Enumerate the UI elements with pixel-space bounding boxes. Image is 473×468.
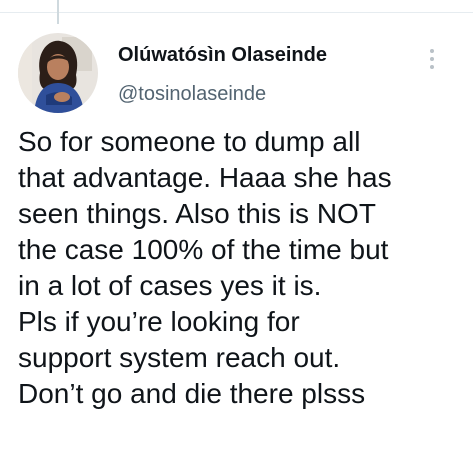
tweet-text-line: that advantage. Haaa she has — [18, 162, 392, 193]
thread-connector-line — [57, 0, 59, 24]
avatar[interactable] — [18, 33, 98, 113]
more-vertical-icon-dot — [430, 49, 434, 53]
more-vertical-icon-dot — [430, 57, 434, 61]
author-handle[interactable]: @tosinolaseinde — [118, 83, 266, 106]
tweet-text-line: Pls if you’re looking for — [18, 306, 300, 337]
tweet-text-line: the case 100% of the time but — [18, 234, 389, 265]
tweet-text-line: Don’t go and die there plsss — [18, 378, 366, 409]
more-vertical-icon-dot — [430, 65, 434, 69]
author-display-name[interactable]: Olúwatósìn Olaseinde — [118, 44, 327, 67]
avatar-photo — [18, 33, 98, 113]
tweet-text-line: support system reach out. — [18, 342, 341, 373]
top-divider — [0, 12, 473, 13]
tweet-text: So for someone to dump all that advantag… — [18, 124, 468, 412]
tweet-text-line: seen things. Also this is NOT — [18, 198, 376, 229]
tweet-text-line: in a lot of cases yes it is. — [18, 270, 322, 301]
more-options-button[interactable] — [422, 44, 442, 74]
tweet-text-line: So for someone to dump all — [18, 126, 361, 157]
